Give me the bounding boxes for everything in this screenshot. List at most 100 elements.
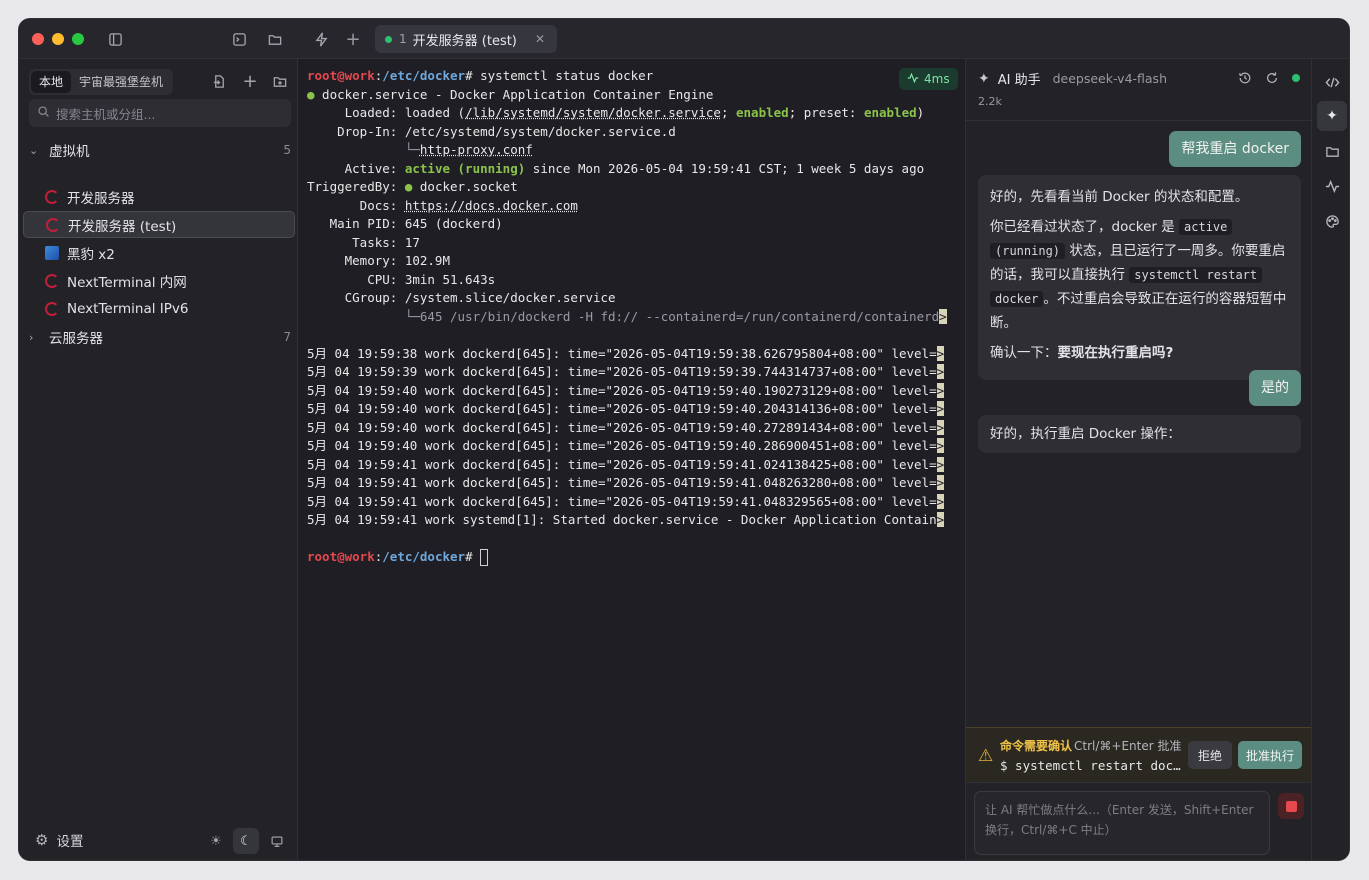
memory-line: Memory: 102.9M: [307, 253, 450, 268]
group-count: 7: [283, 330, 291, 344]
group-count: 5: [283, 143, 291, 157]
terminal-cursor: [480, 549, 489, 566]
debian-icon: [46, 217, 60, 232]
terminal-pane[interactable]: root@work:/etc/docker# systemctl status …: [299, 59, 965, 860]
code-icon[interactable]: [1317, 67, 1347, 97]
group-label: 云服务器: [49, 331, 103, 347]
loaded-line: Loaded: loaded (/lib/systemd/system/dock…: [307, 105, 925, 120]
segment-local[interactable]: 本地: [31, 71, 72, 93]
search-placeholder: 搜索主机或分组...: [56, 106, 156, 122]
lightning-icon[interactable]: [311, 29, 331, 49]
chevron-down-icon: ⌄: [29, 143, 39, 157]
log-line: 5月 04 19:59:41 work dockerd[645]: time="…: [307, 475, 945, 490]
unit-line: ● docker.service - Docker Application Co…: [307, 86, 714, 102]
docs-link[interactable]: https://docs.docker.com: [405, 198, 578, 213]
host-search-input[interactable]: 搜索主机或分组...: [29, 99, 291, 127]
triggeredby-line: TriggeredBy: ● docker.socket: [307, 179, 518, 194]
debian-icon: [45, 189, 59, 204]
docs-line: Docs: https://docs.docker.com: [307, 197, 578, 213]
host-item[interactable]: 开发服务器: [23, 183, 295, 210]
light-theme-icon[interactable]: ☀: [203, 828, 229, 854]
dropin-file-line: └─http-proxy.conf: [404, 142, 533, 157]
new-folder-icon[interactable]: [270, 71, 290, 91]
tab-close-icon[interactable]: ✕: [535, 32, 545, 46]
ai-assistant-panel: ✦ AI 助手 deepseek-v4-flash 2.2k 帮我重启 dock…: [965, 59, 1312, 860]
segment-bastion[interactable]: 宇宙最强堡垒机: [71, 71, 171, 93]
ai-title-row: ✦ AI 助手 deepseek-v4-flash: [978, 69, 1167, 89]
prompt-line-current: root@work:/etc/docker#: [307, 548, 947, 567]
cgroup-process-line: └─645 /usr/bin/dockerd -H fd:// --contai…: [404, 308, 947, 324]
group-label: 虚拟机: [49, 144, 90, 160]
sparkle-icon: ✦: [978, 70, 990, 87]
command-confirm-bar: ⚠ 命令需要确认 Ctrl/⌘+Enter 批准 $ systemctl res…: [966, 727, 1312, 783]
user-message: 帮我重启 docker: [1169, 131, 1301, 167]
host-label: 黑豹 x2: [67, 246, 115, 263]
group-cloud-servers[interactable]: › 云服务器 7: [29, 324, 291, 350]
log-line: 5月 04 19:59:41 work systemd[1]: Started …: [307, 512, 945, 527]
host-item-selected[interactable]: 开发服务器 (test): [23, 211, 295, 238]
tab-title: 开发服务器 (test): [412, 33, 517, 49]
ai-sparkle-icon[interactable]: ✦: [1317, 101, 1347, 131]
palette-icon[interactable]: [1317, 206, 1347, 236]
warning-icon: ⚠: [978, 746, 994, 766]
ai-message: 好的，执行重启 Docker 操作：: [978, 415, 1301, 453]
log-line: 5月 04 19:59:41 work dockerd[645]: time="…: [307, 456, 945, 472]
host-item[interactable]: NextTerminal IPv6: [23, 295, 295, 322]
approve-button[interactable]: 批准执行: [1238, 741, 1302, 769]
settings-button[interactable]: ⚙ 设置: [35, 830, 83, 850]
host-label: NextTerminal IPv6: [67, 300, 189, 317]
ai-message: 好的，先看看当前 Docker 的状态和配置。 你已经看过状态了，docker …: [978, 175, 1301, 380]
right-tool-rail: ✦: [1311, 59, 1349, 860]
search-icon: [37, 105, 50, 121]
log-line: 5月 04 19:59:39 work dockerd[645]: time="…: [307, 364, 945, 379]
refresh-icon[interactable]: [1263, 69, 1281, 87]
ai-paragraph: 你已经看过状态了，docker 是 active (running) 状态，且已…: [990, 219, 1287, 331]
host-item[interactable]: NextTerminal 内网: [23, 267, 295, 294]
cube-icon: [45, 245, 59, 260]
terminal-output: root@work:/etc/docker# systemctl status …: [307, 67, 947, 567]
host-item[interactable]: 黑豹 x2: [23, 239, 295, 266]
chevron-right-icon: ›: [29, 330, 34, 344]
log-line: 5月 04 19:59:40 work dockerd[645]: time="…: [307, 401, 945, 416]
gear-icon: ⚙: [35, 831, 49, 849]
cpu-line: CPU: 3min 51.643s: [307, 271, 496, 287]
dark-theme-icon[interactable]: ☾: [233, 828, 259, 854]
close-window-button[interactable]: [32, 33, 44, 45]
cgroup-line: CGroup: /system.slice/docker.service: [307, 290, 616, 305]
ai-paragraph: 确认一下：要现在执行重启吗?: [990, 345, 1174, 361]
history-icon[interactable]: [1236, 69, 1254, 87]
system-theme-icon[interactable]: [264, 828, 290, 854]
reject-button[interactable]: 拒绝: [1188, 741, 1232, 769]
log-line: 5月 04 19:59:38 work dockerd[645]: time="…: [307, 345, 945, 361]
title-bar: + 1 开发服务器 (test) ✕: [19, 19, 1349, 59]
ai-title: AI 助手: [997, 73, 1041, 88]
monitor-pulse-icon[interactable]: [1317, 171, 1347, 201]
app-window: + 1 开发服务器 (test) ✕ 本地 宇宙最强堡垒机 + 搜索主机或分组.…: [18, 18, 1350, 861]
latency-badge: 4ms: [899, 68, 958, 90]
dropin-line: Drop-In: /etc/systemd/system/docker.serv…: [307, 123, 676, 139]
add-host-icon[interactable]: +: [240, 71, 260, 92]
minimize-window-button[interactable]: [52, 33, 64, 45]
pid-line: Main PID: 645 (dockerd): [307, 216, 503, 231]
terminal-icon[interactable]: [229, 29, 249, 49]
import-icon[interactable]: [209, 71, 229, 91]
ai-header: ✦ AI 助手 deepseek-v4-flash 2.2k: [966, 59, 1312, 121]
maximize-window-button[interactable]: [72, 33, 84, 45]
files-icon[interactable]: [1317, 136, 1347, 166]
host-label: 开发服务器: [67, 190, 135, 207]
stop-button[interactable]: [1278, 793, 1304, 819]
model-name[interactable]: deepseek-v4-flash: [1053, 71, 1167, 86]
latency-value: 4ms: [924, 72, 950, 86]
settings-label: 设置: [56, 834, 84, 850]
new-tab-icon[interactable]: +: [343, 29, 363, 50]
prompt-line: root@work:/etc/docker# systemctl status …: [307, 68, 654, 83]
tab-dev-server-test[interactable]: 1 开发服务器 (test) ✕: [375, 25, 557, 53]
group-virtual-machines[interactable]: ⌄ 虚拟机 5: [29, 137, 291, 163]
ai-paragraph: 好的，先看看当前 Docker 的状态和配置。: [990, 189, 1249, 205]
folder-icon[interactable]: [265, 29, 285, 49]
tasks-line: Tasks: 17: [307, 234, 420, 250]
connected-status-dot: [385, 35, 392, 43]
token-count: 2.2k: [978, 95, 1002, 108]
sidebar-toggle-icon[interactable]: [105, 29, 125, 49]
ai-prompt-input[interactable]: 让 AI 帮忙做点什么...（Enter 发送，Shift+Enter 换行，C…: [974, 791, 1270, 855]
